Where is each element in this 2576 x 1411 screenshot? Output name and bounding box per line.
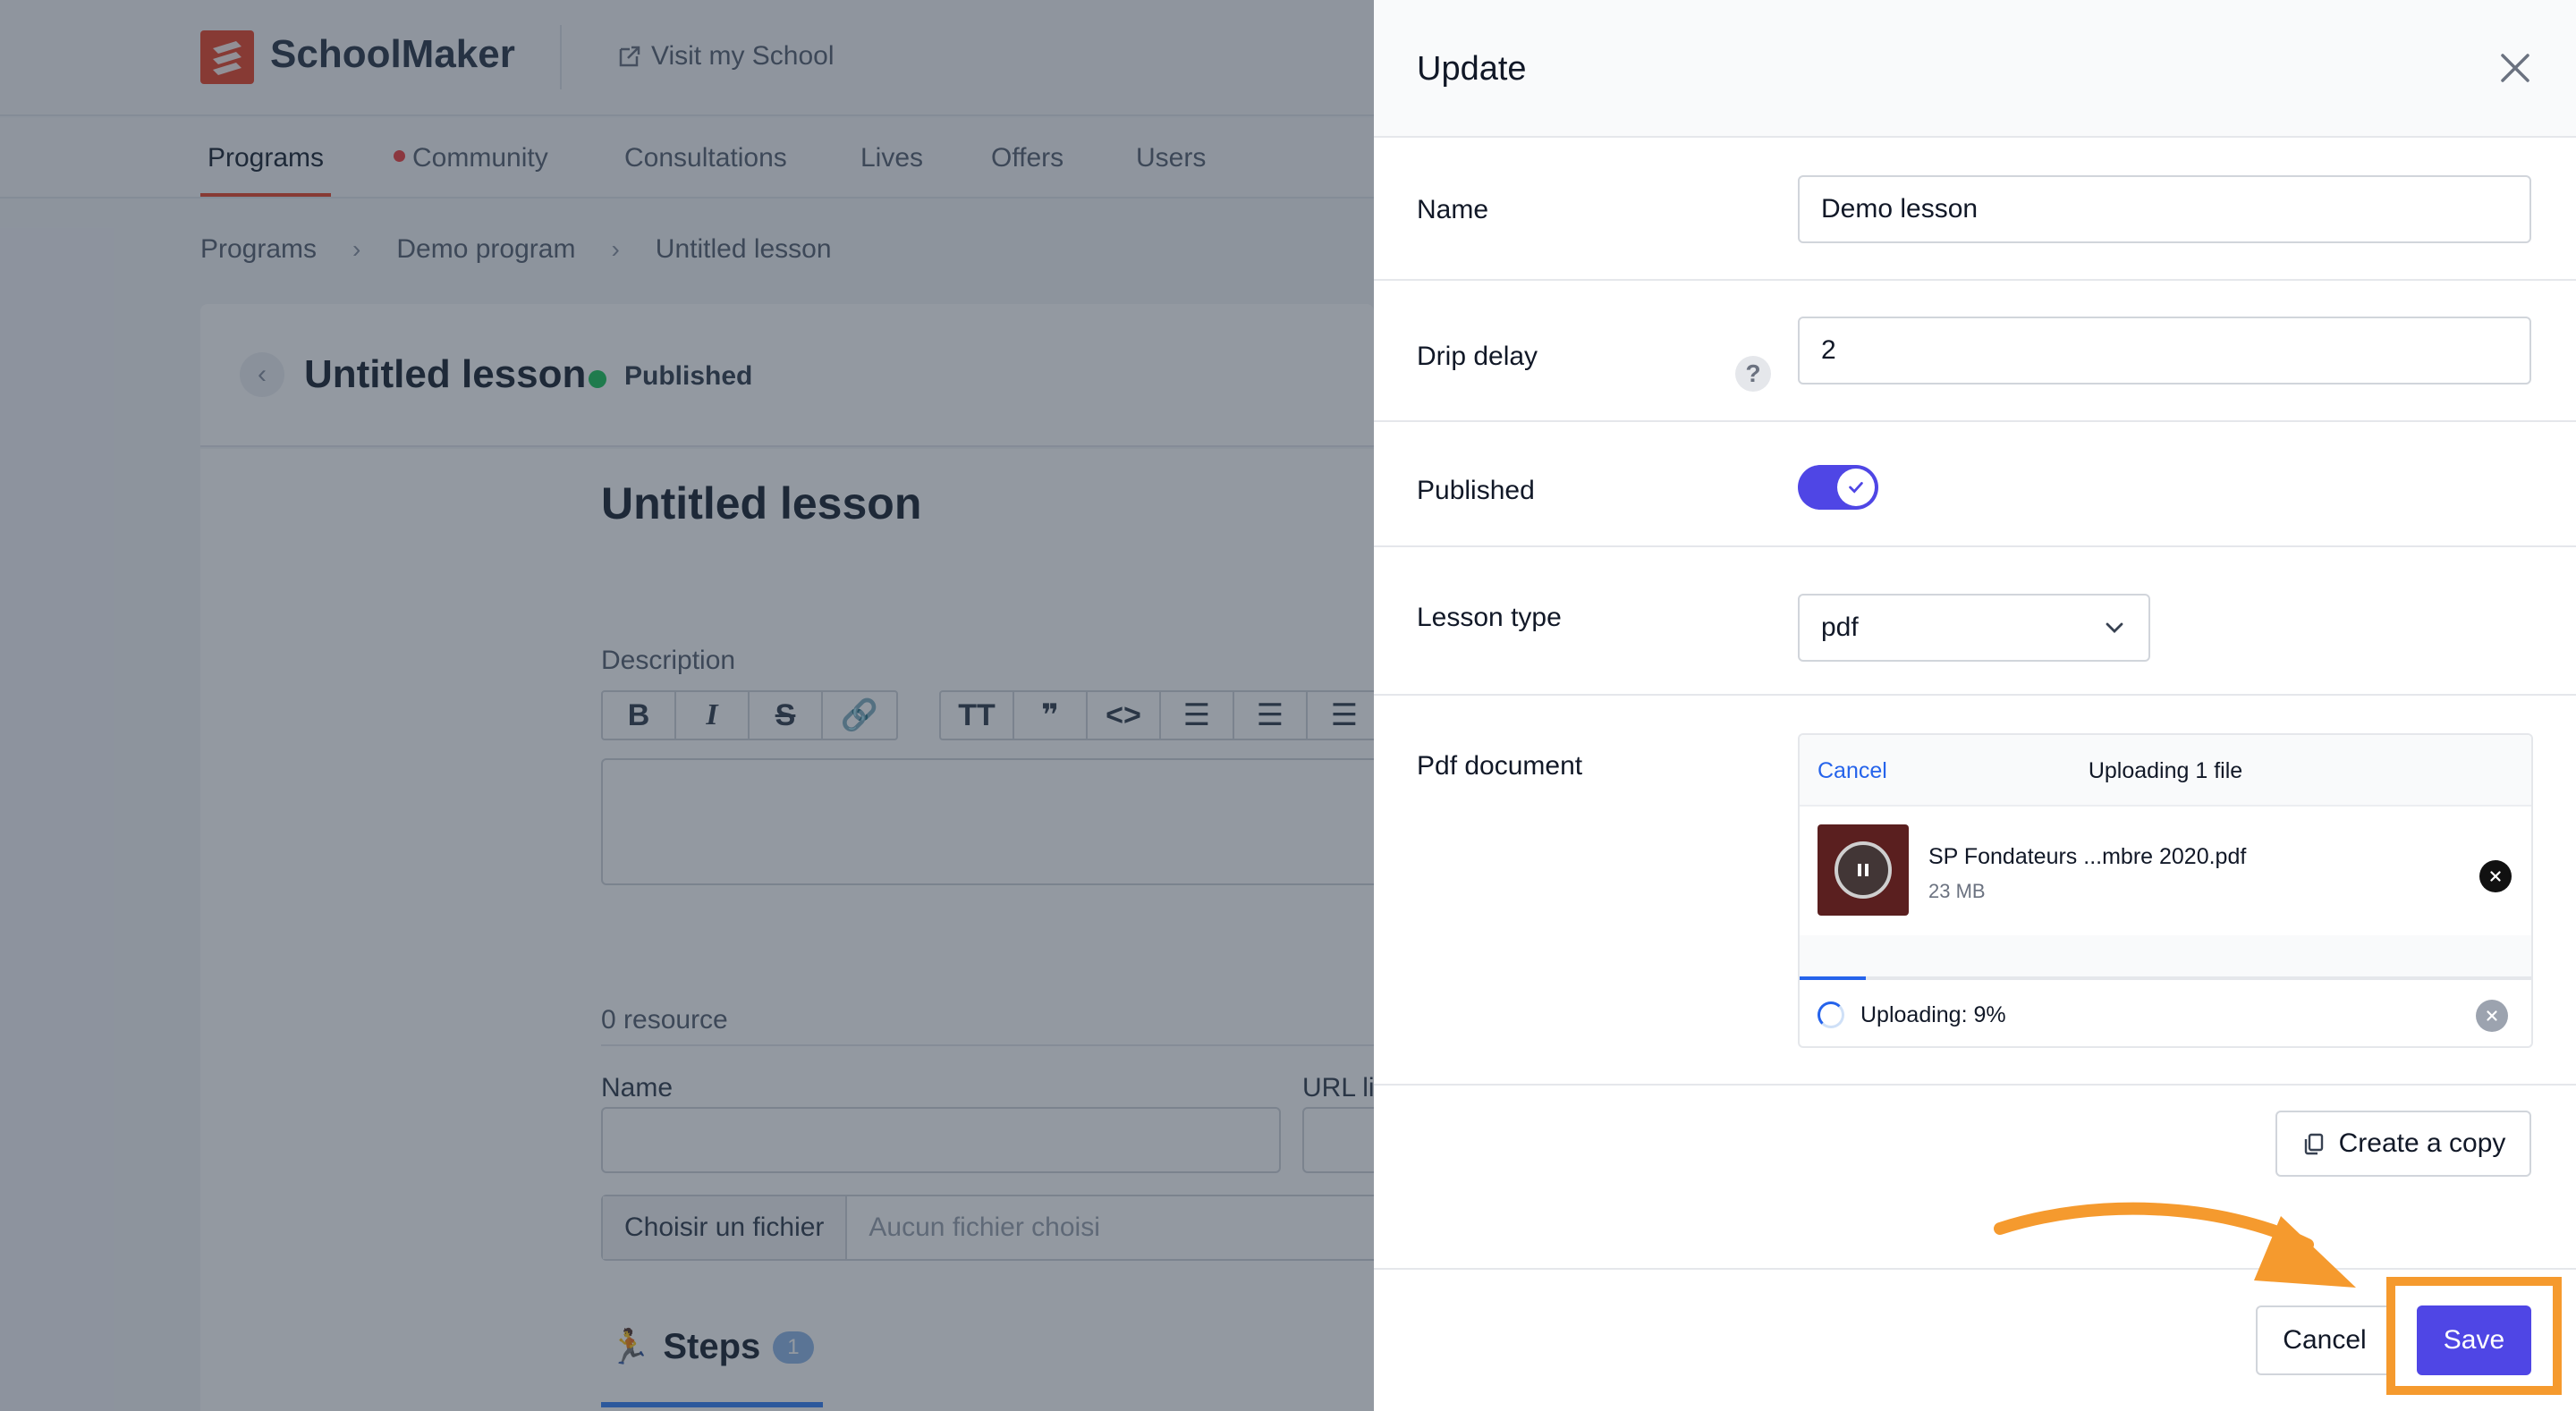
file-name: SP Fondateurs ...mbre 2020.pdf bbox=[1928, 844, 2247, 869]
pdf-document-row: Pdf document Uploading 1 file Cancel SP … bbox=[1374, 697, 2576, 1086]
upload-cancel-link[interactable]: Cancel bbox=[1818, 758, 1887, 784]
upload-status: Uploading: 9% bbox=[1818, 1001, 2006, 1028]
panel-header: Update bbox=[1374, 0, 2576, 138]
save-highlight-box bbox=[2386, 1277, 2562, 1395]
upload-file-item: SP Fondateurs ...mbre 2020.pdf 23 MB bbox=[1800, 808, 2531, 935]
annotation-arrow-icon bbox=[1994, 1202, 2356, 1288]
lesson-type-label: Lesson type bbox=[1417, 603, 1562, 632]
file-size: 23 MB bbox=[1928, 880, 1986, 902]
spinner-icon bbox=[1818, 1001, 1844, 1028]
name-label: Name bbox=[1417, 195, 1489, 224]
pause-icon[interactable] bbox=[1835, 841, 1892, 899]
upload-progress-fill bbox=[1800, 976, 1866, 980]
close-icon[interactable] bbox=[2496, 48, 2535, 88]
file-thumbnail bbox=[1818, 824, 1909, 916]
published-label: Published bbox=[1417, 476, 1535, 505]
uploader-spacer bbox=[1800, 935, 2531, 976]
name-input[interactable]: Demo lesson bbox=[1798, 175, 2531, 243]
footer-divider bbox=[1374, 1268, 2576, 1270]
published-row: Published bbox=[1374, 424, 2576, 547]
cancel-button[interactable]: Cancel bbox=[2256, 1305, 2394, 1375]
checkmark-icon bbox=[1837, 469, 1875, 506]
panel-title: Update bbox=[1417, 50, 1527, 88]
copy-icon bbox=[2304, 1133, 2323, 1155]
lesson-type-select[interactable]: pdf bbox=[1798, 594, 2150, 662]
cancel-upload-icon[interactable] bbox=[2476, 1000, 2508, 1032]
upload-progress-bar bbox=[1800, 976, 2531, 980]
drip-delay-input[interactable]: 2 bbox=[1798, 317, 2531, 384]
lesson-type-row: Lesson type pdf bbox=[1374, 549, 2576, 696]
update-panel: Update Name Demo lesson Drip delay ? 2 P… bbox=[1374, 0, 2576, 1411]
create-copy-label: Create a copy bbox=[2338, 1128, 2506, 1158]
pdf-document-label: Pdf document bbox=[1417, 751, 1583, 781]
chevron-down-icon bbox=[2106, 622, 2123, 633]
modal-backdrop[interactable] bbox=[0, 0, 1374, 1411]
file-uploader: Uploading 1 file Cancel SP Fondateurs ..… bbox=[1798, 733, 2533, 1048]
upload-status-text: Uploading: 9% bbox=[1860, 1001, 2006, 1027]
lesson-type-value: pdf bbox=[1821, 613, 1859, 642]
remove-file-icon[interactable] bbox=[2479, 860, 2512, 892]
create-copy-button[interactable]: Create a copy bbox=[2275, 1111, 2531, 1177]
name-row: Name Demo lesson bbox=[1374, 139, 2576, 281]
drip-delay-row: Drip delay ? 2 bbox=[1374, 283, 2576, 422]
uploader-header: Uploading 1 file Cancel bbox=[1800, 735, 2531, 807]
published-toggle[interactable] bbox=[1798, 465, 1878, 510]
upload-title: Uploading 1 file bbox=[2088, 758, 2243, 783]
help-icon[interactable]: ? bbox=[1735, 356, 1771, 392]
drip-delay-label: Drip delay bbox=[1417, 342, 1538, 371]
